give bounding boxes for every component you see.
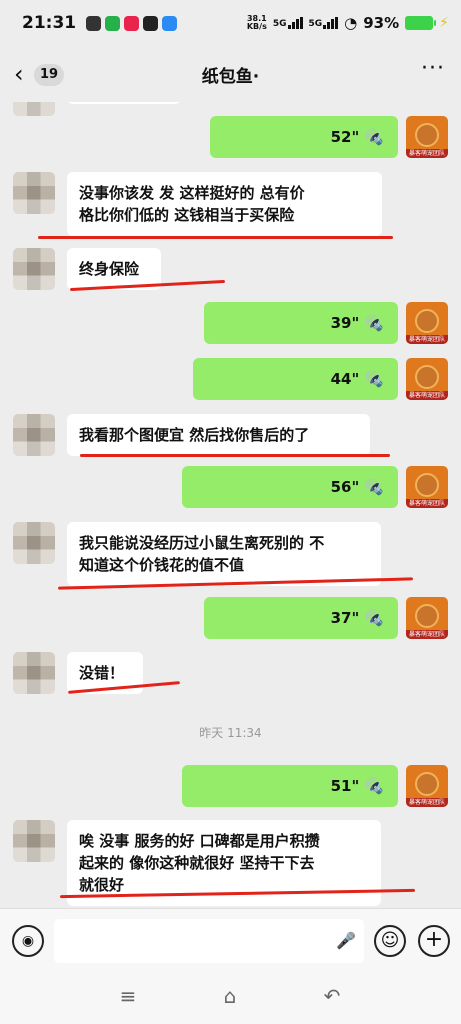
notification-icons bbox=[86, 15, 178, 31]
signal-icon: 5G bbox=[309, 17, 339, 29]
chat-title: 纸包鱼· bbox=[201, 67, 260, 87]
mic-icon[interactable]: 🎤 bbox=[336, 931, 356, 950]
voice-wave-icon: 🔊 bbox=[365, 370, 384, 388]
text-message-bubble[interactable]: 我只能说没经历过小鼠生离死别的 不 知道这个价钱花的值不值 bbox=[67, 522, 381, 586]
text-message-bubble[interactable]: 我看那个图便宜 然后找你售后的了 bbox=[67, 414, 370, 456]
avatar-tag: 暴客萌宠团队 bbox=[406, 335, 448, 344]
contact-avatar[interactable] bbox=[13, 172, 55, 214]
my-avatar[interactable]: 暴客萌宠团队 bbox=[406, 302, 448, 344]
app-notification-icon bbox=[124, 15, 140, 31]
voice-duration: 37" bbox=[330, 609, 360, 627]
status-time: 21:31 bbox=[22, 13, 77, 33]
system-navigation-bar: ≡ ⌂ ↶ bbox=[0, 972, 461, 1024]
battery-percent: 93% bbox=[363, 14, 400, 32]
plus-icon[interactable]: + bbox=[418, 925, 450, 957]
menu-icon[interactable]: ≡ bbox=[108, 984, 148, 1008]
voice-wave-icon: 🔊 bbox=[365, 777, 384, 795]
voice-message-bubble[interactable]: 44" 🔊 bbox=[193, 358, 398, 400]
avatar-tag: 暴客萌宠团队 bbox=[406, 391, 448, 400]
annotation-underline bbox=[38, 236, 393, 239]
message-line: 终身保险 bbox=[79, 260, 140, 278]
my-avatar[interactable]: 暴客萌宠团队 bbox=[406, 765, 448, 807]
voice-duration: 51" bbox=[330, 777, 360, 795]
text-message-bubble[interactable]: 没事你该发 发 这样挺好的 总有价 格比你们低的 这钱相当于买保险 bbox=[67, 172, 382, 236]
voice-duration: 52" bbox=[330, 128, 360, 146]
contact-avatar[interactable] bbox=[13, 522, 55, 564]
avatar-tag: 暴客萌宠团队 bbox=[406, 499, 448, 508]
voice-message-bubble[interactable]: 52" 🔊 bbox=[210, 116, 398, 158]
contact-avatar[interactable] bbox=[13, 820, 55, 862]
message-input[interactable] bbox=[54, 919, 364, 963]
emoji-icon[interactable]: ☺ bbox=[374, 925, 406, 957]
app-notification-icon bbox=[86, 15, 102, 31]
avatar-tag: 暴客萌宠团队 bbox=[406, 798, 448, 807]
avatar-tag: 暴客萌宠团队 bbox=[406, 149, 448, 158]
my-avatar[interactable]: 暴客萌宠团队 bbox=[406, 358, 448, 400]
message-line: 格比你们低的 这钱相当于买保险 bbox=[79, 206, 295, 224]
avatar-tag: 暴客萌宠团队 bbox=[406, 630, 448, 639]
voice-wave-icon: 🔊 bbox=[365, 609, 384, 627]
voice-duration: 44" bbox=[330, 370, 360, 388]
app-notification-icon bbox=[162, 15, 178, 31]
message-line: 起来的 像你这种就很好 坚持干下去 bbox=[79, 854, 315, 872]
message-line: 没事你该发 发 这样挺好的 总有价 bbox=[79, 184, 305, 202]
my-avatar[interactable]: 暴客萌宠团队 bbox=[406, 597, 448, 639]
voice-wave-icon: 🔊 bbox=[365, 314, 384, 332]
input-bar: ◉ 🎤 ☺ + bbox=[0, 908, 461, 972]
wifi-icon: ◔ bbox=[344, 14, 358, 32]
my-avatar[interactable]: 暴客萌宠团队 bbox=[406, 116, 448, 158]
voice-message-bubble[interactable]: 56" 🔊 bbox=[182, 466, 398, 508]
message-line: 我只能说没经历过小鼠生离死别的 不 bbox=[79, 534, 325, 552]
message-line: 我看那个图便宜 然后找你售后的了 bbox=[79, 426, 310, 444]
voice-wave-icon: 🔊 bbox=[365, 478, 384, 496]
status-bar: 21:31 38.1 KB/s 5G 5G ◔ 93% ⚡ bbox=[0, 0, 461, 46]
voice-input-icon[interactable]: ◉ bbox=[12, 925, 44, 957]
voice-message-bubble[interactable]: 39" 🔊 bbox=[204, 302, 398, 344]
message-bubble-partial bbox=[67, 102, 181, 104]
chat-header: ‹ 19 纸包鱼· ··· bbox=[0, 46, 461, 102]
charging-icon: ⚡ bbox=[439, 15, 449, 31]
contact-avatar[interactable] bbox=[13, 652, 55, 694]
contact-avatar[interactable] bbox=[13, 102, 55, 116]
message-line: 没错！ bbox=[79, 664, 125, 682]
voice-wave-icon: 🔊 bbox=[365, 128, 384, 146]
annotation-underline bbox=[80, 454, 390, 457]
voice-message-bubble[interactable]: 37" 🔊 bbox=[204, 597, 398, 639]
my-avatar[interactable]: 暴客萌宠团队 bbox=[406, 466, 448, 508]
voice-duration: 39" bbox=[330, 314, 360, 332]
net-speed-unit: KB/s bbox=[246, 22, 267, 31]
back-arrow-icon[interactable]: ↶ bbox=[312, 984, 352, 1008]
message-line: 知道这个价钱花的值不值 bbox=[79, 556, 245, 574]
message-line: 唉 没事 服务的好 口碑都是用户积攒 bbox=[79, 832, 320, 850]
more-dots-icon[interactable]: ··· bbox=[421, 56, 445, 81]
voice-message-bubble[interactable]: 51" 🔊 bbox=[182, 765, 398, 807]
contact-avatar[interactable] bbox=[13, 414, 55, 456]
timestamp-divider: 昨天 11:34 bbox=[199, 726, 262, 740]
app-notification-icon bbox=[105, 15, 121, 31]
net-speed: 38.1 KB/s bbox=[247, 15, 267, 31]
signal-label: 5G bbox=[272, 19, 287, 29]
signal-icon: 5G bbox=[273, 17, 303, 29]
signal-label: 5G bbox=[308, 19, 323, 29]
voice-duration: 56" bbox=[330, 478, 360, 496]
home-icon[interactable]: ⌂ bbox=[210, 984, 250, 1008]
contact-avatar[interactable] bbox=[13, 248, 55, 290]
app-notification-icon bbox=[143, 15, 159, 31]
battery-icon bbox=[405, 16, 437, 30]
message-list[interactable]: 52" 🔊 暴客萌宠团队 没事你该发 发 这样挺好的 总有价 格比你们低的 这钱… bbox=[0, 102, 461, 908]
